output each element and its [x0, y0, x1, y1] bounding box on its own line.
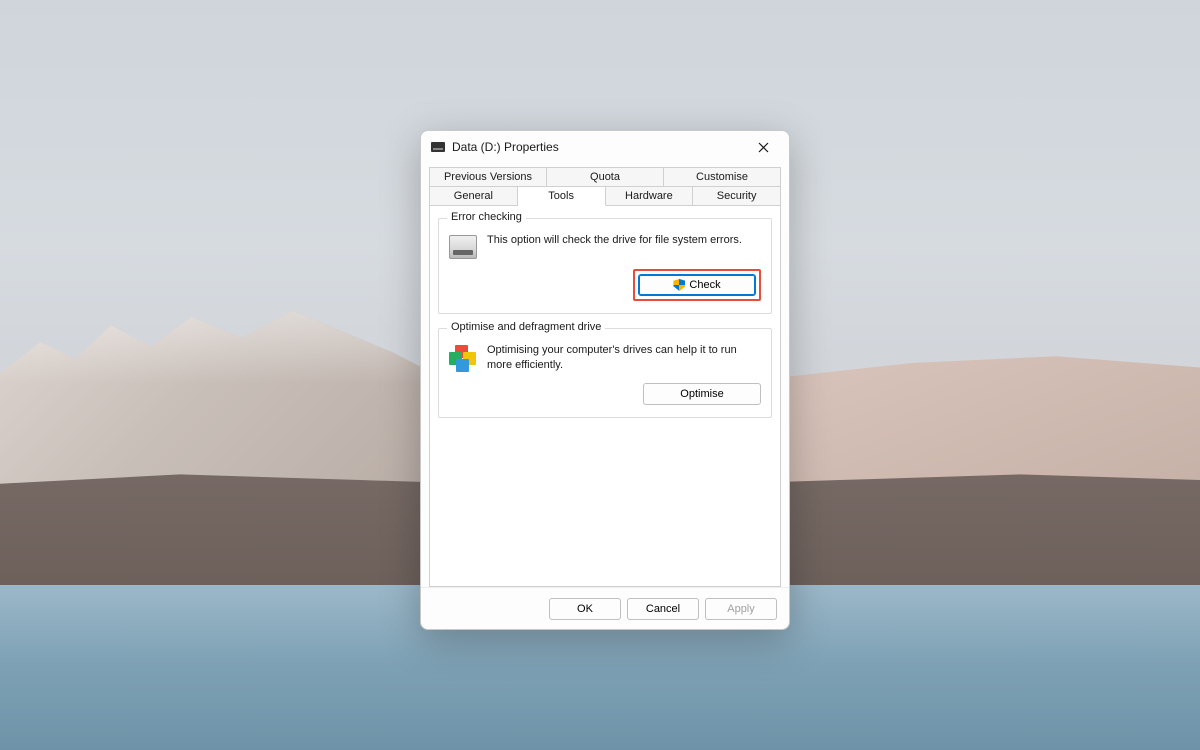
group-optimise: Optimise and defragment drive Optimising… [438, 328, 772, 418]
close-button[interactable] [745, 133, 781, 161]
optimise-button[interactable]: Optimise [643, 383, 761, 405]
properties-dialog: Data (D:) Properties Previous Versions Q… [420, 130, 790, 630]
tab-tools[interactable]: Tools [518, 186, 606, 206]
drive-icon [431, 142, 445, 152]
optimise-button-label: Optimise [680, 388, 723, 400]
tab-hardware[interactable]: Hardware [606, 186, 694, 206]
group-title-error-checking: Error checking [447, 211, 526, 223]
tab-previous-versions[interactable]: Previous Versions [429, 167, 547, 186]
dialog-footer: OK Cancel Apply [421, 587, 789, 629]
tab-security[interactable]: Security [693, 186, 781, 206]
titlebar[interactable]: Data (D:) Properties [421, 131, 789, 163]
shield-icon [673, 279, 685, 291]
tab-panel-tools: Error checking This option will check th… [429, 206, 781, 587]
tab-general[interactable]: General [429, 186, 518, 206]
window-title: Data (D:) Properties [452, 140, 745, 154]
tab-customise[interactable]: Customise [664, 167, 781, 186]
check-button-highlight: Check [633, 269, 761, 301]
group-error-checking: Error checking This option will check th… [438, 218, 772, 314]
apply-button[interactable]: Apply [705, 598, 777, 620]
close-icon [758, 142, 769, 153]
error-checking-description: This option will check the drive for fil… [487, 233, 761, 248]
tab-quota[interactable]: Quota [547, 167, 664, 186]
optimise-description: Optimising your computer's drives can he… [487, 343, 761, 373]
hard-drive-icon [449, 235, 477, 259]
tab-strip: Previous Versions Quota Customise Genera… [421, 163, 789, 206]
defrag-icon [449, 345, 477, 369]
ok-button[interactable]: OK [549, 598, 621, 620]
check-button[interactable]: Check [638, 274, 756, 296]
cancel-button[interactable]: Cancel [627, 598, 699, 620]
group-title-optimise: Optimise and defragment drive [447, 321, 605, 333]
check-button-label: Check [689, 279, 720, 291]
